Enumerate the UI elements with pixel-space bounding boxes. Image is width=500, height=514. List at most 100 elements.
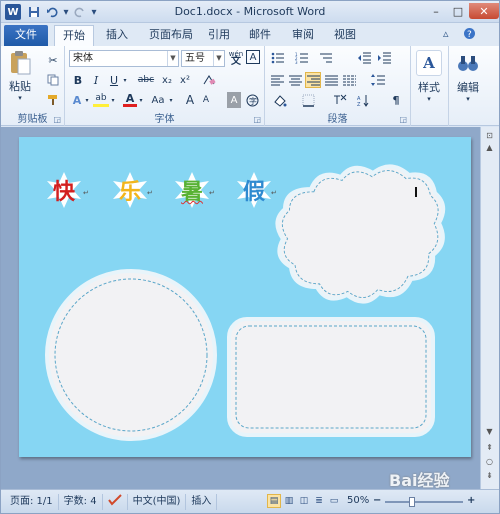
shading-icon[interactable]	[271, 92, 289, 108]
print-layout-icon[interactable]: ▤	[267, 494, 281, 508]
tab-view[interactable]: 视图	[326, 25, 364, 46]
zoom-in-button[interactable]: +	[467, 495, 475, 506]
next-page-icon[interactable]: ⇟	[484, 471, 495, 480]
numbering-icon[interactable]: 123	[293, 50, 311, 66]
format-painter-icon[interactable]	[45, 92, 61, 108]
draft-icon[interactable]: ▭	[327, 494, 341, 508]
grow-font-button[interactable]: A	[183, 92, 197, 108]
font-color-button[interactable]: A	[123, 92, 137, 107]
strikethrough-button[interactable]: abc	[135, 72, 157, 88]
align-center-icon[interactable]	[287, 72, 303, 88]
chevron-down-icon[interactable]: ▼	[167, 51, 178, 66]
change-case-dropdown-icon[interactable]: ▾	[167, 92, 175, 108]
language-status[interactable]: 中文(中国)	[128, 493, 187, 510]
tab-insert[interactable]: 插入	[98, 25, 136, 46]
maximize-button[interactable]: □	[447, 3, 469, 19]
paragraph-launcher-icon[interactable]: ◲	[399, 115, 407, 124]
tab-home[interactable]: 开始	[54, 25, 94, 46]
minimize-button[interactable]: –	[425, 3, 447, 19]
highlight-dropdown-icon[interactable]: ▾	[109, 92, 117, 108]
paste-button[interactable]: 粘贴 ▾	[7, 50, 33, 102]
page-count[interactable]: 页面: 1/1	[5, 493, 59, 510]
chevron-down-icon[interactable]: ▼	[213, 51, 224, 66]
full-screen-reading-icon[interactable]: ▥	[282, 494, 296, 508]
minimize-ribbon-icon[interactable]: ▵	[443, 27, 449, 40]
styles-label: 样式	[418, 81, 440, 94]
align-left-icon[interactable]	[269, 72, 285, 88]
editing-dropdown-icon[interactable]: ▾	[466, 95, 470, 103]
paste-dropdown-icon[interactable]: ▾	[18, 94, 22, 102]
styles-dropdown-icon[interactable]: ▾	[427, 95, 431, 103]
font-color-dropdown-icon[interactable]: ▾	[137, 92, 145, 108]
justify-icon[interactable]	[323, 72, 339, 88]
italic-button[interactable]: I	[89, 72, 103, 88]
styles-button[interactable]: A 样式 ▾	[416, 50, 442, 103]
shrink-font-button[interactable]: A	[199, 92, 213, 108]
insert-mode-status[interactable]: 插入	[186, 493, 218, 510]
vertical-scrollbar[interactable]: ⊡ ▲ ▼ ⇞ ○ ⇟	[480, 127, 499, 489]
tab-file[interactable]: 文件	[4, 25, 48, 46]
cut-icon[interactable]: ✂	[45, 52, 61, 68]
clear-format-icon[interactable]	[201, 72, 217, 88]
help-icon[interactable]: ?	[463, 27, 476, 43]
zoom-slider-thumb[interactable]	[409, 497, 415, 507]
font-size-combo[interactable]: 五号 ▼	[181, 50, 225, 67]
undo-icon[interactable]	[45, 4, 59, 20]
increase-indent-icon[interactable]	[377, 50, 393, 66]
font-name-combo[interactable]: 宋体 ▼	[69, 50, 179, 67]
web-layout-icon[interactable]: ◫	[297, 494, 311, 508]
underline-dropdown-icon[interactable]: ▾	[121, 72, 129, 88]
rounded-rect-shape[interactable]	[227, 317, 435, 437]
save-icon[interactable]	[27, 4, 41, 20]
multilevel-list-icon[interactable]	[317, 50, 335, 66]
zoom-level[interactable]: 50%	[347, 495, 369, 506]
superscript-button[interactable]: x²	[177, 72, 193, 88]
paste-icon	[7, 50, 33, 76]
ruler-toggle-icon[interactable]: ⊡	[484, 131, 495, 140]
cloud-shape[interactable]	[271, 159, 447, 311]
scroll-up-icon[interactable]: ▲	[484, 143, 495, 152]
word-count[interactable]: 字数: 4	[59, 493, 103, 510]
close-button[interactable]: ✕	[469, 3, 499, 19]
outline-icon[interactable]: ≣	[312, 494, 326, 508]
highlight-button[interactable]: ab	[93, 92, 109, 107]
underline-button[interactable]: U	[107, 72, 121, 88]
clipboard-launcher-icon[interactable]: ◲	[53, 115, 61, 124]
change-case-button[interactable]: Aa	[149, 92, 167, 108]
scroll-down-icon[interactable]: ▼	[484, 427, 495, 436]
chinese-layout-icon[interactable]	[331, 92, 349, 108]
undo-dropdown-icon[interactable]: ▾	[59, 4, 73, 20]
line-spacing-icon[interactable]	[369, 72, 387, 88]
tab-mailings[interactable]: 邮件	[241, 25, 279, 46]
document-page[interactable]: 快 ↵ 乐 ↵ 暑 ↵ 假 ↵	[19, 137, 471, 457]
tab-review[interactable]: 审阅	[284, 25, 322, 46]
bullets-icon[interactable]	[269, 50, 287, 66]
sort-icon[interactable]: AZ	[355, 92, 371, 108]
zoom-out-button[interactable]: −	[373, 495, 381, 506]
font-launcher-icon[interactable]: ◲	[253, 115, 261, 124]
char-border-button[interactable]: A	[246, 50, 260, 64]
browse-object-icon[interactable]: ○	[484, 457, 495, 466]
customize-qa-icon[interactable]: ▾	[89, 4, 99, 20]
proofing-icon[interactable]	[103, 493, 128, 510]
editing-button[interactable]: 编辑 ▾	[455, 50, 481, 103]
copy-icon[interactable]	[45, 72, 61, 88]
redo-icon[interactable]	[73, 4, 87, 20]
distribute-icon[interactable]	[341, 72, 357, 88]
bold-button[interactable]: B	[71, 72, 85, 88]
enclose-char-icon[interactable]: 字	[245, 92, 259, 108]
circle-shape[interactable]	[43, 267, 219, 443]
borders-icon[interactable]	[299, 92, 317, 108]
char-shading-button[interactable]: A	[227, 92, 241, 108]
tab-page-layout[interactable]: 页面布局	[141, 25, 201, 46]
align-right-icon[interactable]	[305, 72, 321, 88]
word-app-icon[interactable]: W	[5, 4, 21, 20]
tab-references[interactable]: 引用	[200, 25, 238, 46]
phonetic-guide-button[interactable]: wén 文	[228, 50, 244, 67]
text-effects-dropdown-icon[interactable]: ▾	[83, 92, 91, 108]
zoom-slider[interactable]	[385, 497, 463, 507]
show-marks-icon[interactable]: ¶	[389, 92, 403, 108]
prev-page-icon[interactable]: ⇞	[484, 443, 495, 452]
decrease-indent-icon[interactable]	[357, 50, 373, 66]
subscript-button[interactable]: x₂	[159, 72, 175, 88]
